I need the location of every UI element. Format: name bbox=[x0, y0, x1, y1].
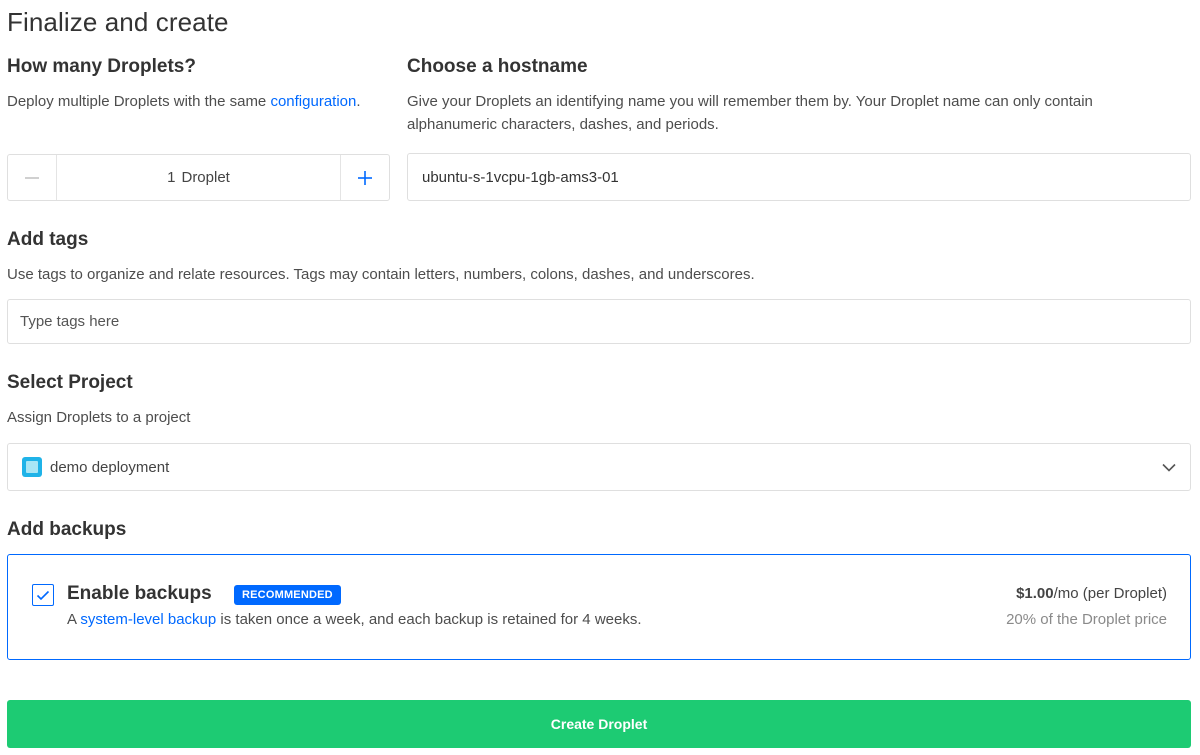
increment-button[interactable] bbox=[340, 155, 389, 200]
chevron-down-icon bbox=[1162, 463, 1176, 472]
project-title: Select Project bbox=[7, 372, 133, 393]
backup-price-note: 20% of the Droplet price bbox=[1006, 611, 1167, 628]
finalize-page: Finalize and create How many Droplets? D… bbox=[0, 0, 1200, 755]
backups-option-card[interactable]: Enable backups RECOMMENDED A system-leve… bbox=[7, 554, 1191, 660]
backup-price-amount: $1.00 bbox=[1016, 585, 1054, 602]
droplet-count-title: How many Droplets? bbox=[7, 56, 196, 77]
project-description: Assign Droplets to a project bbox=[7, 409, 191, 426]
droplet-count-stepper: 1 Droplet bbox=[7, 154, 390, 201]
decrement-button[interactable] bbox=[8, 155, 57, 200]
backups-desc-suffix: is taken once a week, and each backup is… bbox=[216, 611, 642, 628]
hostname-description: Give your Droplets an identifying name y… bbox=[407, 93, 1093, 133]
enable-backups-checkbox[interactable] bbox=[32, 584, 54, 606]
minus-icon bbox=[25, 176, 39, 179]
droplet-count-number: 1 bbox=[167, 169, 176, 186]
checkmark-icon bbox=[36, 590, 50, 600]
tags-description: Use tags to organize and relate resource… bbox=[7, 266, 755, 283]
backup-price-suffix: /mo (per Droplet) bbox=[1053, 585, 1167, 602]
hostname-title: Choose a hostname bbox=[407, 56, 588, 77]
backup-price: $1.00/mo (per Droplet) bbox=[1016, 585, 1167, 602]
tags-title: Add tags bbox=[7, 229, 89, 250]
enable-backups-label: Enable backups bbox=[67, 583, 212, 604]
plus-icon bbox=[358, 170, 372, 185]
system-level-backup-link[interactable]: system-level backup bbox=[80, 611, 216, 628]
configuration-link[interactable]: configuration bbox=[270, 93, 356, 110]
backups-title: Add backups bbox=[7, 519, 127, 540]
droplet-count-description: Deploy multiple Droplets with the same c… bbox=[7, 90, 392, 113]
project-selected-value: demo deployment bbox=[50, 458, 170, 476]
backups-desc-prefix: A bbox=[67, 611, 81, 628]
droplet-count-value: 1 Droplet bbox=[57, 155, 340, 200]
droplet-count-desc-prefix: Deploy multiple Droplets with the same bbox=[7, 93, 271, 110]
tags-input[interactable] bbox=[7, 299, 1191, 344]
page-title: Finalize and create bbox=[7, 7, 229, 37]
backups-description: A system-level backup is taken once a we… bbox=[67, 611, 642, 628]
project-select[interactable]: demo deployment bbox=[7, 443, 1191, 491]
hostname-input[interactable] bbox=[407, 153, 1191, 201]
recommended-badge: RECOMMENDED bbox=[234, 585, 341, 605]
project-icon bbox=[22, 457, 42, 477]
droplet-count-desc-suffix: . bbox=[356, 93, 361, 110]
create-droplet-button[interactable]: Create Droplet bbox=[7, 700, 1191, 748]
droplet-count-unit: Droplet bbox=[181, 169, 230, 186]
